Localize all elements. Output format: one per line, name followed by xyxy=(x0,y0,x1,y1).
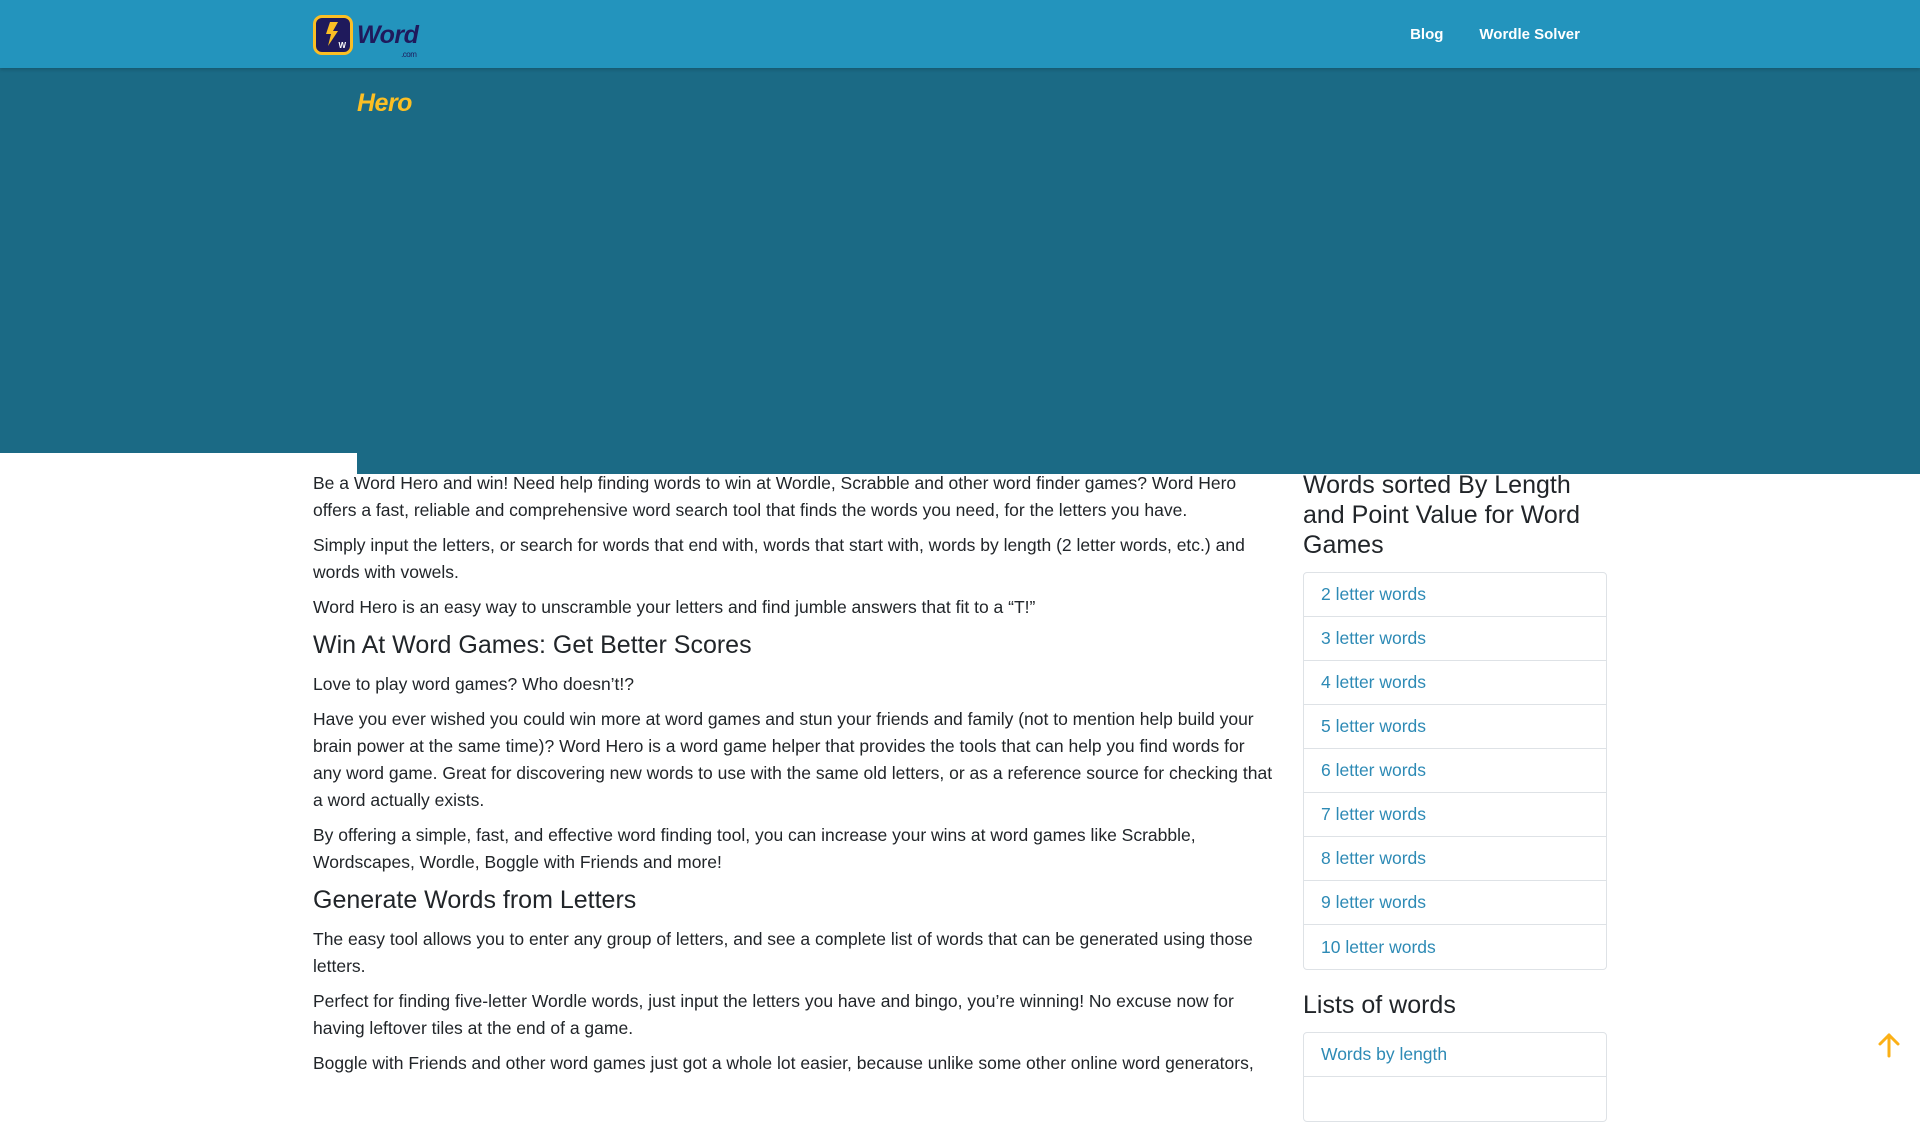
paragraph: Boggle with Friends and other word games… xyxy=(313,1053,1254,1073)
paragraph: Have you ever wished you could win more … xyxy=(313,709,1273,810)
paragraph: Love to play word games? Who doesn’t!? xyxy=(313,674,635,694)
paragraph: By offering a simple, fast, and effectiv… xyxy=(313,825,1196,872)
paragraph: The easy tool allows you to enter any gr… xyxy=(313,929,1253,976)
nav-link-blog[interactable]: Blog xyxy=(1410,26,1443,43)
sidebar-link-6-letter[interactable]: 6 letter words xyxy=(1304,749,1606,793)
sidebar-link-4-letter[interactable]: 4 letter words xyxy=(1304,661,1606,705)
scroll-to-top-arrow-icon[interactable] xyxy=(1877,1032,1901,1058)
sidebar-link-10-letter[interactable]: 10 letter words xyxy=(1304,925,1606,969)
sidebar-heading-length: Words sorted By Length and Point Value f… xyxy=(1303,471,1581,559)
nav-links: Blog Wordle Solver xyxy=(1410,0,1580,68)
lightning-bolt-icon xyxy=(326,22,338,46)
intro-paragraph: Be a Word Hero and win! Need help findin… xyxy=(313,473,1237,520)
section-heading: Generate Words from Letters xyxy=(313,886,637,914)
paragraph: Word Hero is an easy way to unscramble y… xyxy=(313,597,1036,617)
logo-badge-letter: W xyxy=(338,41,346,50)
sidebar: Words sorted By Length and Point Value f… xyxy=(1303,470,1607,1142)
section-heading: Win At Word Games: Get Better Scores xyxy=(313,631,752,659)
navbar: W Word Hero .com Blog Wordle Solver xyxy=(0,0,1920,474)
logo-word: Word xyxy=(357,20,419,49)
word-lists-list: Words by length xyxy=(1303,1032,1607,1122)
nav-link-wordle-solver[interactable]: Wordle Solver xyxy=(1479,26,1580,43)
paragraph: Perfect for finding five-letter Wordle w… xyxy=(313,991,1234,1038)
sidebar-link-words-by-length[interactable]: Words by length xyxy=(1304,1033,1606,1077)
sidebar-link-7-letter[interactable]: 7 letter words xyxy=(1304,793,1606,837)
sidebar-link-9-letter[interactable]: 9 letter words xyxy=(1304,881,1606,925)
main-content: Be a Word Hero and win! Need help findin… xyxy=(313,470,1275,1085)
paragraph: Simply input the letters, or search for … xyxy=(313,535,1245,582)
sidebar-link-2-letter[interactable]: 2 letter words xyxy=(1304,573,1606,617)
sidebar-heading-lists: Lists of words xyxy=(1303,991,1456,1019)
logo-text: Word Hero .com xyxy=(357,20,1920,474)
sidebar-link-8-letter[interactable]: 8 letter words xyxy=(1304,837,1606,881)
length-links-list: 2 letter words 3 letter words 4 letter w… xyxy=(1303,572,1607,970)
logo-suffix: .com xyxy=(401,49,417,59)
logo-icon: W xyxy=(313,15,353,55)
sidebar-link-next[interactable] xyxy=(1304,1077,1606,1121)
sidebar-link-3-letter[interactable]: 3 letter words xyxy=(1304,617,1606,661)
logo-hero: Hero xyxy=(357,88,1920,474)
logo-link[interactable]: W Word Hero .com xyxy=(313,14,1920,474)
sidebar-link-5-letter[interactable]: 5 letter words xyxy=(1304,705,1606,749)
